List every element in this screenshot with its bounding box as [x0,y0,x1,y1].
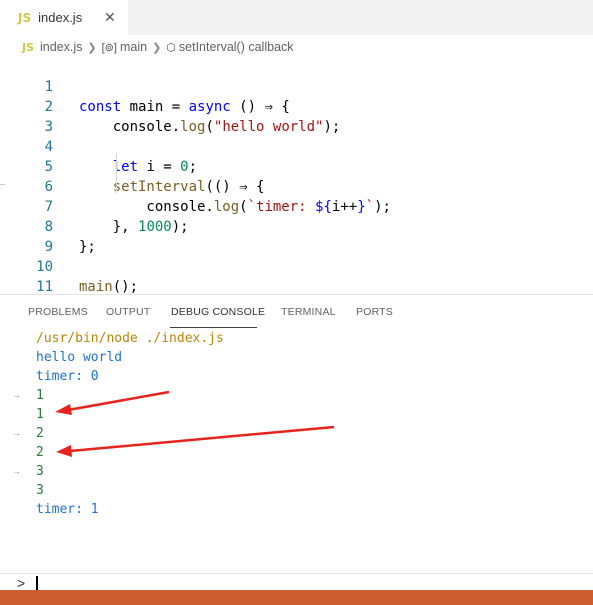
console-line: timer: 1 [36,502,99,517]
close-icon[interactable]: ✕ [104,9,116,26]
breadcrumb-callback[interactable]: setInterval() callback [179,40,294,54]
code-line: 1 const main = async () ⇒ { [0,57,593,115]
arrow-right-icon: → [12,466,21,476]
breadcrumb: JS index.js ❯ [⊚] main ❯ ⬡ setInterval()… [0,37,593,57]
javascript-file-icon: JS [22,40,35,54]
console-input-divider [0,573,593,574]
code-line: 6 console.log(`timer: ${i++}`); [0,157,593,215]
console-input[interactable] [36,576,38,591]
annotation-arrow [55,390,170,415]
code-line: 10 main(); [0,237,593,295]
tab-ports[interactable]: PORTS [356,306,393,318]
code-line: 9 [0,217,593,255]
console-line: 3 [36,483,44,498]
gutter-marker [0,184,5,185]
console-line: 2 [36,426,44,441]
code-line: 8 }; [0,197,593,255]
active-tab-indicator [170,327,257,328]
arrow-right-icon: → [12,428,21,438]
console-line: 3 [36,464,44,479]
code-line: 11 [0,257,593,295]
console-line: hello world [36,350,123,365]
tab-output[interactable]: OUTPUT [106,306,150,318]
annotation-arrow [56,425,335,457]
console-line: 1 [36,388,44,403]
editor-tab-bar: JS index.js ✕ [0,0,593,35]
tab-terminal[interactable]: TERMINAL [281,306,336,318]
panel-tab-bar: PROBLEMS OUTPUT DEBUG CONSOLE TERMINAL P… [0,300,593,330]
indent-guide [116,153,117,193]
code-line: 5 setInterval(() ⇒ { [0,137,593,195]
code-line: 7 }, 1000); [0,177,593,235]
function-symbol-icon: [⊚] [101,41,117,54]
code-line: 3 [0,97,593,135]
code-line: 2 console.log("hello world"); [0,77,593,135]
status-bar [0,590,593,605]
cube-symbol-icon: ⬡ [166,41,176,54]
console-line: timer: 0 [36,369,99,384]
console-line: 1 [36,407,44,422]
tab-label: index.js [38,10,83,25]
breadcrumb-file[interactable]: index.js [40,40,82,54]
tab-problems[interactable]: PROBLEMS [28,306,88,318]
chevron-right-icon: ❯ [152,41,162,54]
code-line: 4 let i = 0; [0,117,593,175]
console-line: /usr/bin/node ./index.js [36,331,224,346]
panel-divider [0,294,593,295]
console-line: 2 [36,445,44,460]
chevron-right-icon: ❯ [87,41,97,54]
tab-debug-console[interactable]: DEBUG CONSOLE [171,306,265,318]
arrow-right-icon: → [12,390,21,400]
javascript-file-icon: JS [18,10,32,25]
tab-index-js[interactable]: JS index.js ✕ [0,0,128,35]
breadcrumb-function[interactable]: main [120,40,147,54]
